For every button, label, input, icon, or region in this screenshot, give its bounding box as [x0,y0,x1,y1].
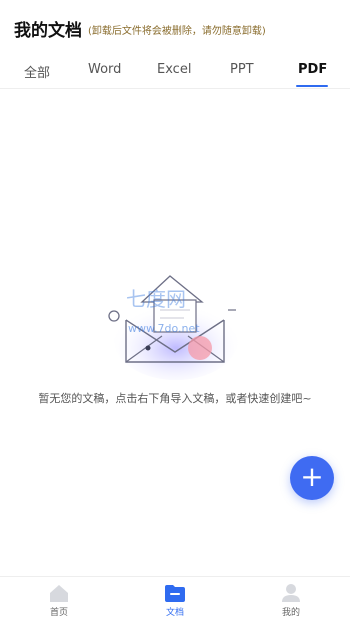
empty-message: 暂无您的文稿，点击右下角导入文稿，或者快速创建吧~ [38,392,312,405]
envelope-empty-icon: 七度网 www.7do.net [108,275,238,380]
page-title: 我的文档 [14,21,82,41]
active-tab-indicator [296,85,328,87]
bottom-nav: 首页 文档 我的 [0,576,350,623]
nav-profile-label: 我的 [281,608,300,618]
tab-word[interactable]: Word [88,62,121,77]
nav-profile[interactable]: 我的 [256,583,326,618]
page-subtitle: (卸载后文件将会被删除，请勿随意卸载) [88,26,266,37]
plus-icon: + [300,460,324,493]
tab-all[interactable]: 全部 [24,62,50,81]
empty-illustration: 七度网 www.7do.net [98,270,248,380]
svg-text:www.7do.net: www.7do.net [128,322,200,335]
folder-icon [164,583,186,603]
nav-documents[interactable]: 文档 [140,583,210,618]
nav-home-label: 首页 [49,608,68,618]
header: 我的文档 (卸载后文件将会被删除，请勿随意卸载) [0,0,350,56]
user-icon [280,583,302,603]
tab-ppt[interactable]: PPT [230,62,254,77]
tab-excel[interactable]: Excel [157,62,191,77]
nav-home[interactable]: 首页 [24,583,94,618]
tab-bar: 全部 Word Excel PPT PDF [0,56,350,89]
nav-documents-label: 文档 [165,608,184,618]
home-icon [48,583,70,603]
tab-pdf[interactable]: PDF [298,62,327,77]
add-document-button[interactable]: + [290,456,334,500]
svg-text:七度网: 七度网 [126,287,186,311]
